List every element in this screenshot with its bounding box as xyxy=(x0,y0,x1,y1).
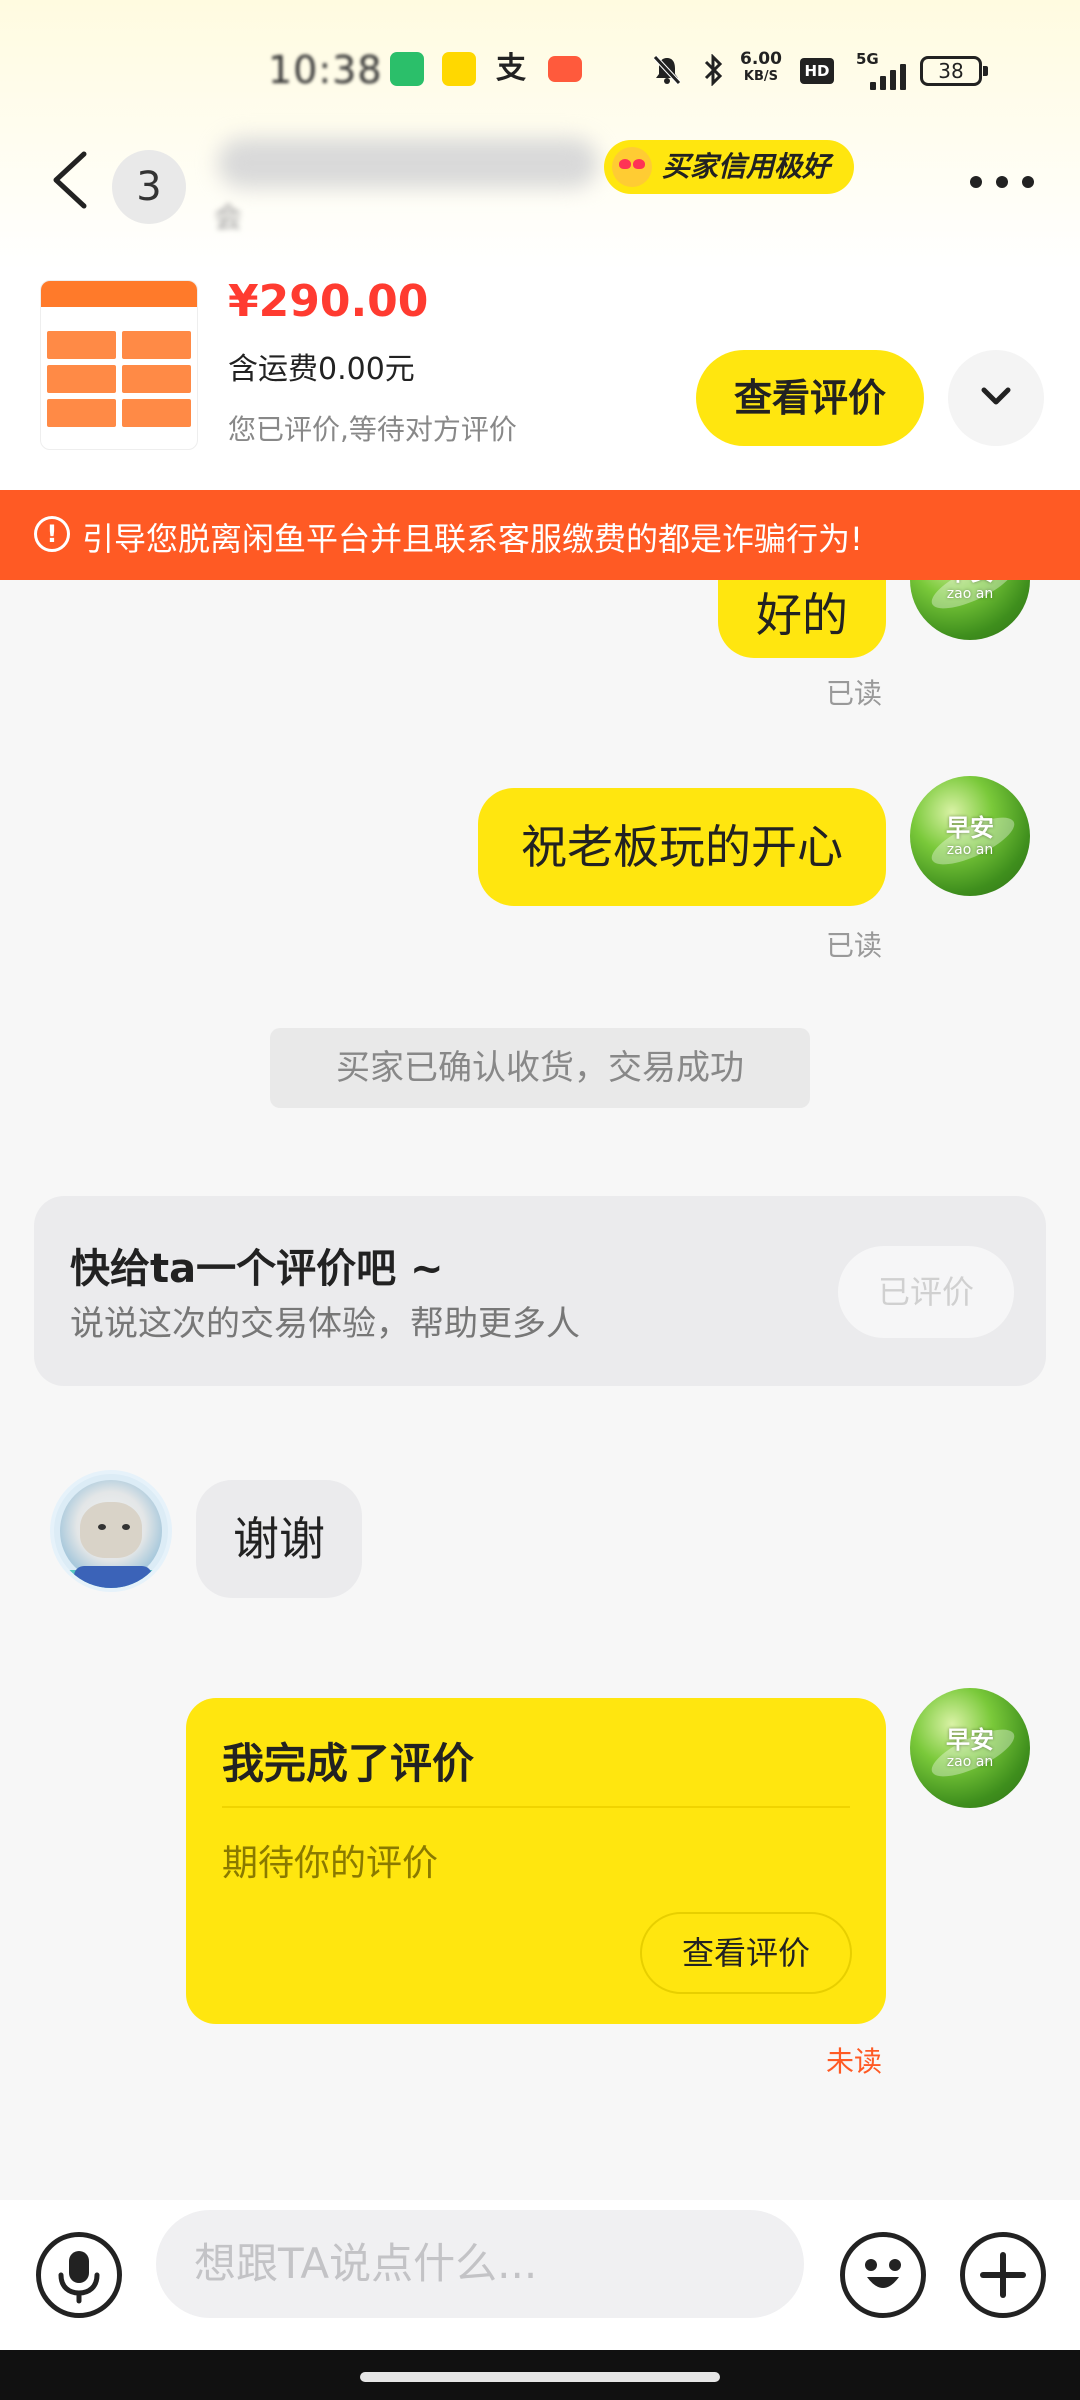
alipay-icon: 支 xyxy=(496,51,526,86)
signal-icon xyxy=(870,64,906,90)
avatar-text: 早安 xyxy=(946,1726,994,1754)
net-speed-unit: KB/S xyxy=(743,69,779,84)
review-prompt-subtitle: 说说这次的交易体验，帮助更多人 xyxy=(70,1304,580,1344)
read-status: 已读 xyxy=(826,677,883,710)
warning-icon: ! xyxy=(34,516,70,552)
chat-messages[interactable]: 好的 早安 zao an 已读 祝老板玩的开心 早安 zao an 已读 买家已… xyxy=(0,580,1080,2210)
fraud-warning-bar: ! 引导您脱离闲鱼平台并且联系客服缴费的都是诈骗行为! xyxy=(0,490,1080,580)
contact-sub-info: 会 xyxy=(214,201,243,234)
divider xyxy=(222,1806,850,1808)
plus-icon[interactable] xyxy=(960,2232,1046,2318)
more-dots-icon[interactable] xyxy=(970,176,1034,188)
product-thumbnail[interactable] xyxy=(40,280,198,450)
notification-app-icon xyxy=(390,52,424,86)
view-review-button[interactable]: 查看评价 xyxy=(696,350,924,446)
message-bubble-me[interactable]: 好的 xyxy=(718,580,886,658)
my-avatar[interactable]: 早安 zao an xyxy=(910,580,1030,640)
my-avatar[interactable]: 早安 zao an xyxy=(910,776,1030,896)
message-input-bar: 想跟TA说点什么... xyxy=(0,2200,1080,2350)
my-avatar[interactable]: 早安 zao an xyxy=(910,1688,1030,1808)
unread-status: 未读 xyxy=(826,2045,883,2078)
contact-name-blurred[interactable] xyxy=(218,138,598,188)
hd-badge: HD xyxy=(800,58,834,84)
view-review-card-button[interactable]: 查看评价 xyxy=(640,1912,852,1994)
home-indicator[interactable] xyxy=(360,2372,720,2382)
review-done-subtitle: 期待你的评价 xyxy=(222,1843,439,1884)
avatar-subtext: zao an xyxy=(946,842,994,858)
message-bubble-me[interactable]: 祝老板玩的开心 xyxy=(478,788,886,906)
avatar-subtext: zao an xyxy=(946,1754,994,1770)
chat-header: 3 会 买家信用极好 xyxy=(0,120,1080,240)
microphone-icon[interactable] xyxy=(36,2232,122,2318)
message-text: 好的 xyxy=(756,588,848,642)
expand-button[interactable] xyxy=(948,350,1044,446)
mute-bell-icon xyxy=(653,55,681,85)
battery-level: 38 xyxy=(938,59,964,83)
review-status: 您已评价,等待对方评价 xyxy=(228,413,517,446)
bluetooth-icon xyxy=(704,54,723,86)
product-card: ¥290.00 含运费0.00元 您已评价,等待对方评价 查看评价 xyxy=(0,270,1080,470)
contact-avatar[interactable] xyxy=(50,1470,172,1592)
credit-badge[interactable]: 买家信用极好 xyxy=(604,140,855,194)
avatar-subtext: zao an xyxy=(946,586,994,602)
notification-mail-icon xyxy=(548,56,582,82)
review-done-card[interactable]: 我完成了评价 期待你的评价 查看评价 xyxy=(186,1698,886,2024)
emoji-icon[interactable] xyxy=(840,2232,926,2318)
message-text: 祝老板玩的开心 xyxy=(521,820,843,874)
message-text: 谢谢 xyxy=(233,1512,325,1566)
battery-icon: 38 xyxy=(920,56,988,86)
message-bubble-other[interactable]: 谢谢 xyxy=(196,1480,362,1598)
reviewed-button: 已评价 xyxy=(838,1246,1014,1338)
unread-count-badge[interactable]: 3 xyxy=(112,150,186,224)
shipping-fee: 含运费0.00元 xyxy=(228,352,415,387)
credit-badge-label: 买家信用极好 xyxy=(662,150,831,183)
read-status: 已读 xyxy=(826,929,883,962)
avatar-text: 早安 xyxy=(946,814,994,842)
review-prompt-title: 快给ta一个评价吧 ~ xyxy=(70,1246,444,1292)
message-input[interactable]: 想跟TA说点什么... xyxy=(156,2210,804,2318)
chevron-down-icon xyxy=(981,387,1011,405)
net-speed: 6.00 KB/S xyxy=(740,50,782,86)
heart-eyes-emoji-icon xyxy=(612,147,652,187)
avatar-text: 早安 xyxy=(910,580,1030,584)
system-navigation-bar xyxy=(0,2350,1080,2400)
status-time: 10:38 xyxy=(268,48,383,92)
product-price: ¥290.00 xyxy=(228,276,429,327)
review-done-title: 我完成了评价 xyxy=(222,1739,475,1788)
notification-app-icon xyxy=(442,52,476,86)
back-chevron-icon[interactable] xyxy=(46,148,96,212)
net-speed-value: 6.00 xyxy=(740,49,782,69)
warning-text: 引导您脱离闲鱼平台并且联系客服缴费的都是诈骗行为! xyxy=(82,520,863,558)
review-prompt-card[interactable]: 快给ta一个评价吧 ~ 说说这次的交易体验，帮助更多人 已评价 xyxy=(34,1196,1046,1386)
status-bar: 10:38 支 6.00 KB/S HD 5G 38 xyxy=(0,40,1080,100)
system-message: 买家已确认收货，交易成功 xyxy=(270,1028,810,1108)
